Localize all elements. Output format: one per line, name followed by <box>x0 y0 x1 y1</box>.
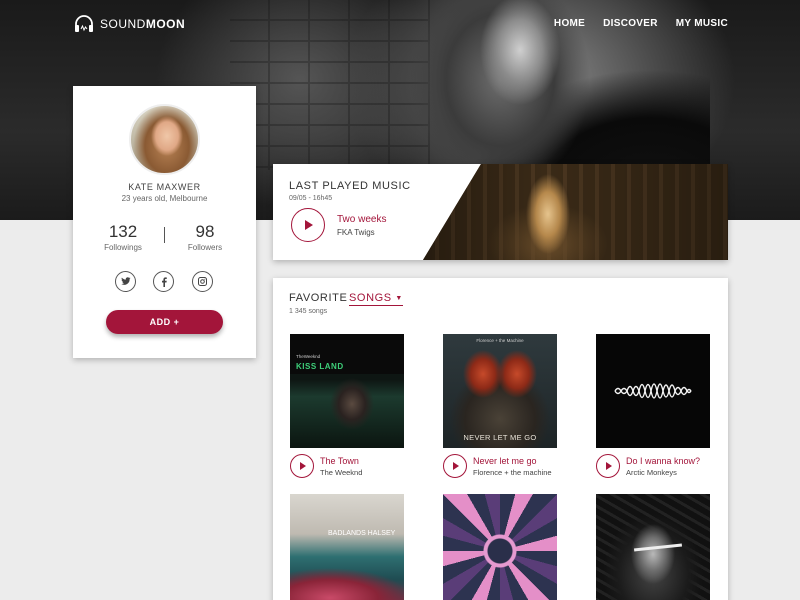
cover-artist-text: Florence + the Machine <box>476 338 524 343</box>
last-played-title: LAST PLAYED MUSIC <box>289 180 411 192</box>
play-icon <box>453 462 459 470</box>
album-cover[interactable] <box>596 494 710 600</box>
followers-count: 98 <box>195 222 215 241</box>
instagram-icon <box>198 277 207 286</box>
play-icon <box>305 220 313 230</box>
album-cover[interactable] <box>443 494 557 600</box>
followers-stat[interactable]: 98 Followers <box>175 222 235 252</box>
headphones-icon <box>75 15 93 32</box>
nav-discover[interactable]: DISCOVER <box>603 18 658 29</box>
album-play-button[interactable] <box>290 454 314 478</box>
album-title[interactable]: Never let me go <box>473 456 537 466</box>
favorites-dropdown-label: SONGS <box>349 292 392 304</box>
favorites-type-dropdown[interactable]: SONGS ▼ <box>349 292 403 306</box>
album-play-button[interactable] <box>596 454 620 478</box>
favorites-card: FAVORITE SONGS ▼ 1 345 songs TheWeeknd K… <box>273 278 728 600</box>
last-played-play-button[interactable] <box>291 208 325 242</box>
main-nav: HOME DISCOVER MY MUSIC <box>554 18 728 29</box>
followers-label: Followers <box>187 243 223 252</box>
last-played-artwork <box>423 164 728 260</box>
last-played-song[interactable]: Two weeks <box>337 214 386 225</box>
favorites-title: FAVORITE <box>289 292 348 304</box>
album-title[interactable]: The Town <box>320 456 359 466</box>
twitter-button[interactable] <box>115 271 136 292</box>
favorites-count: 1 345 songs <box>289 308 328 315</box>
last-played-artist[interactable]: FKA Twigs <box>337 228 375 237</box>
cover-title-text: KISS LAND <box>296 362 344 371</box>
nav-home[interactable]: HOME <box>554 18 585 29</box>
cover-title-text: BADLANDS HALSEY <box>328 530 396 537</box>
cover-artist-text: TheWeeknd <box>296 354 321 359</box>
stats-divider <box>164 227 165 243</box>
followings-stat[interactable]: 132 Followings <box>93 222 153 252</box>
album-play-button[interactable] <box>443 454 467 478</box>
social-links <box>73 271 256 293</box>
followings-count: 132 <box>108 222 138 241</box>
profile-subtitle: 23 years old, Melbourne <box>121 194 208 203</box>
soundwave-icon <box>614 383 692 399</box>
cover-glass-shard <box>633 543 683 552</box>
instagram-button[interactable] <box>192 271 213 292</box>
brand-name: SOUNDMOON <box>100 17 186 31</box>
play-icon <box>300 462 306 470</box>
brand-logo[interactable]: SOUNDMOON <box>74 14 185 34</box>
play-icon <box>606 462 612 470</box>
profile-card: KATE MAXWER 23 years old, Melbourne 132 … <box>73 86 256 358</box>
album-title[interactable]: Do I wanna know? <box>626 456 700 466</box>
album-cover[interactable]: Florence + the Machine NEVER LET ME GO <box>443 334 557 448</box>
nav-my-music[interactable]: MY MUSIC <box>676 18 728 29</box>
album-cover[interactable]: TheWeeknd KISS LAND <box>290 334 404 448</box>
album-cover[interactable] <box>596 334 710 448</box>
followings-label: Followings <box>104 243 142 252</box>
album-artist[interactable]: The Weeknd <box>320 468 362 477</box>
add-button[interactable]: ADD + <box>106 310 223 334</box>
chevron-down-icon: ▼ <box>395 295 403 302</box>
facebook-icon <box>161 276 167 287</box>
profile-stats: 132 Followings 98 Followers <box>73 222 256 256</box>
last-played-date: 09/05 - 16h45 <box>289 195 333 202</box>
profile-name: KATE MAXWER <box>128 182 201 192</box>
facebook-button[interactable] <box>153 271 174 292</box>
album-artist[interactable]: Arctic Monkeys <box>626 468 677 477</box>
album-cover[interactable]: BADLANDS HALSEY <box>290 494 404 600</box>
twitter-icon <box>120 277 130 285</box>
last-played-card: LAST PLAYED MUSIC 09/05 - 16h45 Two week… <box>273 164 728 260</box>
avatar[interactable] <box>129 104 200 175</box>
cover-title-text: NEVER LET ME GO <box>463 433 537 442</box>
album-artist[interactable]: Florence + the machine <box>473 468 552 477</box>
